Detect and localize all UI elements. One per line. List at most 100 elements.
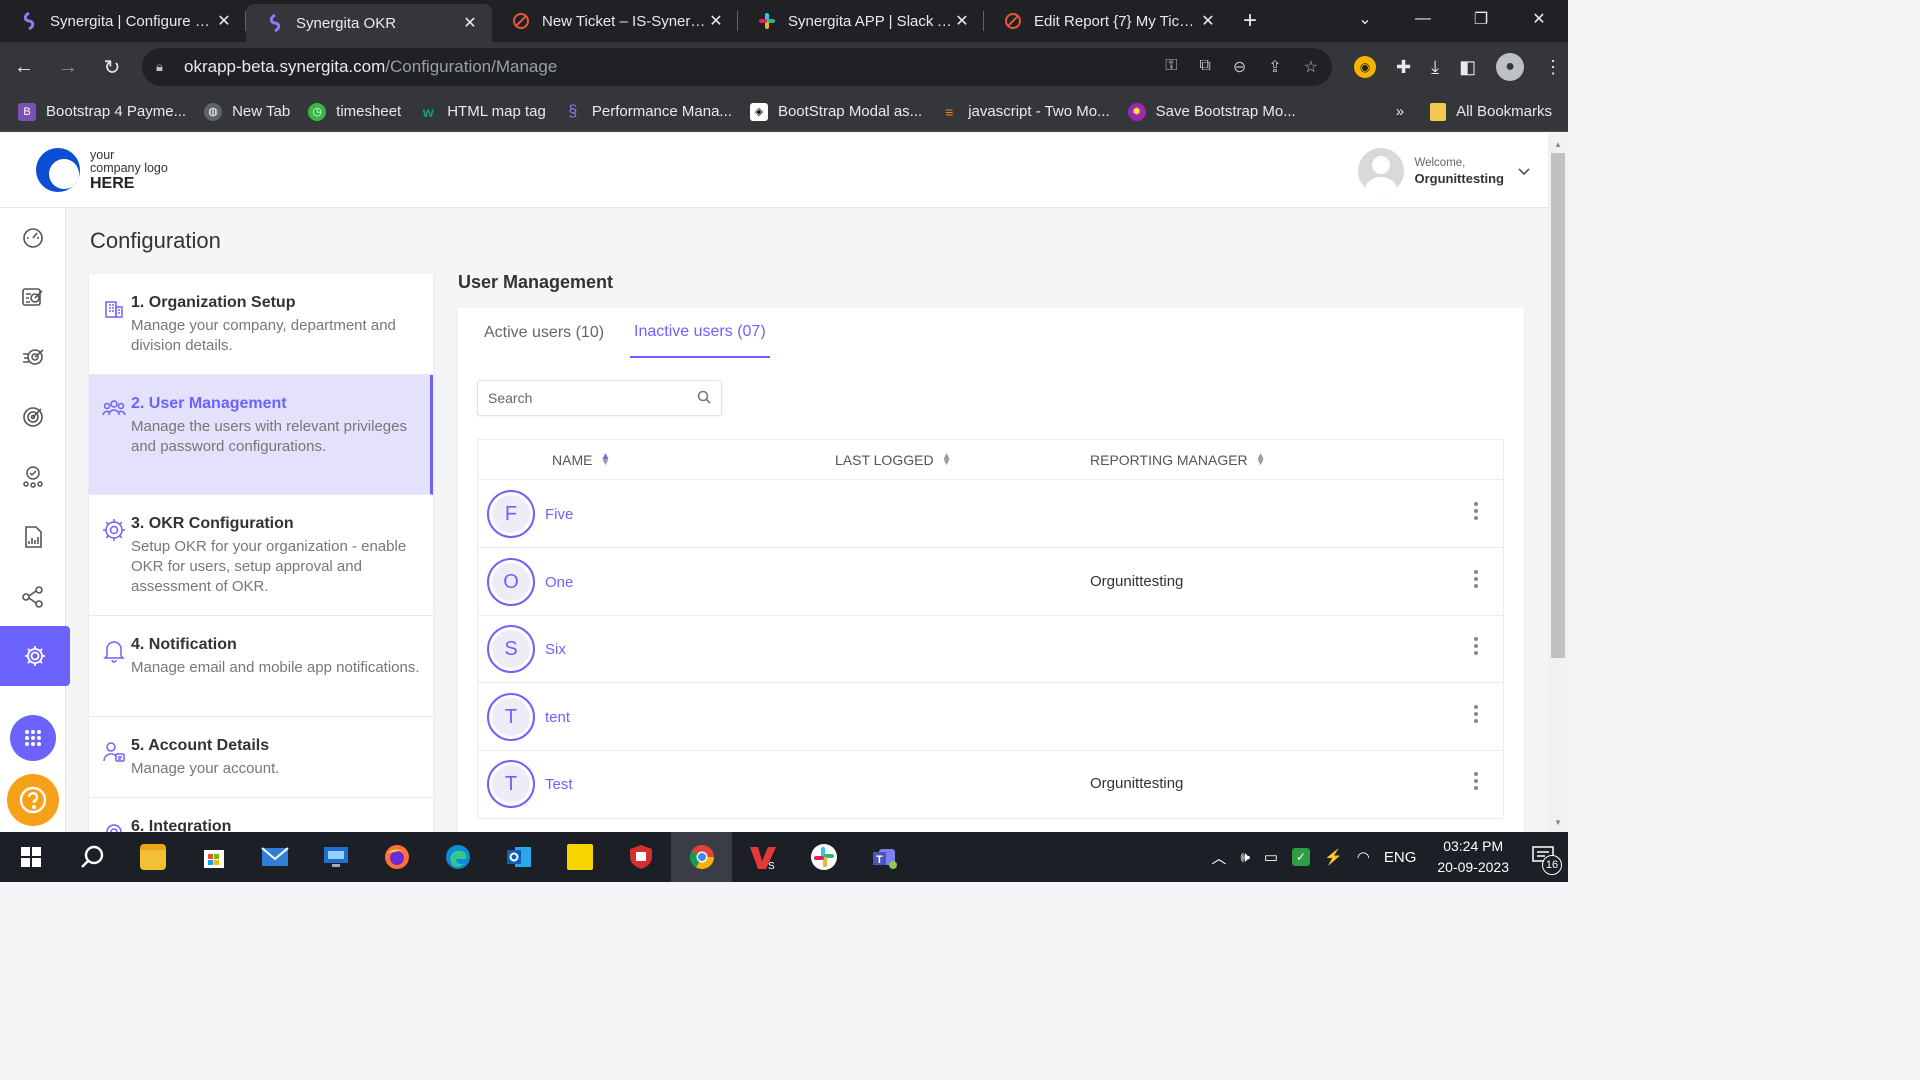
teams-icon[interactable]: T [854, 832, 915, 882]
volume-icon[interactable]: 🕪︎ [1240, 849, 1249, 866]
microsoft-store-icon[interactable] [183, 832, 244, 882]
firefox-icon[interactable] [366, 832, 427, 882]
dashboard-icon[interactable] [0, 212, 66, 262]
user-menu[interactable]: Welcome, Orgunittesting [1358, 148, 1530, 194]
bookmark-item[interactable]: § Performance Mana... [564, 103, 732, 121]
tab-inactive-users[interactable]: Inactive users (07) [630, 308, 770, 358]
target-icon[interactable] [0, 392, 66, 442]
bookmark-item[interactable]: ✹ Save Bootstrap Mo... [1127, 102, 1296, 121]
search-icon[interactable] [697, 390, 711, 407]
column-header-reporting-manager[interactable]: REPORTING MANAGER ▲ ▼ [1090, 452, 1266, 469]
bookmarks-overflow-icon[interactable]: » [1396, 103, 1404, 120]
tab-active-users[interactable]: Active users (10) [480, 308, 608, 358]
search-input[interactable]: Search [477, 380, 722, 416]
browser-tab[interactable]: Edit Report {7} My Tickets ✕ [984, 0, 1230, 42]
new-tab-button[interactable]: + [1230, 0, 1270, 42]
close-window-icon[interactable]: ✕ [1510, 0, 1568, 38]
reload-icon[interactable]: ↻ [92, 47, 132, 87]
bookmark-item[interactable]: ◍ New Tab [204, 102, 290, 121]
apps-grid-icon[interactable] [10, 715, 56, 761]
table-row[interactable]: S Six [478, 615, 1503, 683]
extension-badge-icon[interactable]: ◉ [1354, 56, 1376, 78]
table-row[interactable]: T Test Orgunittesting [478, 750, 1503, 818]
minimize-icon[interactable]: — [1394, 0, 1452, 38]
close-tab-icon[interactable]: ✕ [952, 11, 972, 31]
config-item-okr-configuration[interactable]: 3. OKR Configuration Setup OKR for your … [89, 495, 433, 616]
open-external-icon[interactable]: ⧉ [1199, 57, 1210, 77]
user-name-link[interactable]: Six [545, 641, 566, 658]
more-options-icon[interactable] [1471, 772, 1481, 790]
close-tab-icon[interactable]: ✕ [706, 11, 726, 31]
settings-gear-icon[interactable] [0, 626, 70, 686]
bookmark-item[interactable]: ◈ BootStrap Modal as... [749, 102, 922, 121]
table-row[interactable]: O One Orgunittesting [478, 548, 1503, 616]
notifications-icon[interactable]: 16 [1532, 845, 1562, 875]
windows-start-icon[interactable] [0, 832, 61, 882]
profile-icon[interactable]: ● [1496, 53, 1525, 81]
menu-icon[interactable]: ⋮ [1544, 57, 1562, 78]
user-name-link[interactable]: tent [545, 709, 570, 726]
browser-tab[interactable]: Synergita APP | Slack App ✕ [738, 0, 984, 42]
scroll-up-icon[interactable]: ▲ [1548, 137, 1568, 151]
config-item-organization-setup[interactable]: 1. Organization Setup Manage your compan… [89, 274, 433, 375]
more-options-icon[interactable] [1471, 570, 1481, 588]
outlook-icon[interactable] [488, 832, 549, 882]
vs-app-icon[interactable]: S [732, 832, 793, 882]
back-icon[interactable]: ← [4, 47, 44, 87]
wifi-icon[interactable]: ◠ [1357, 848, 1370, 866]
table-row[interactable]: T tent [478, 683, 1503, 751]
close-tab-icon[interactable]: ✕ [1198, 11, 1218, 31]
table-row[interactable]: F Five [478, 480, 1503, 548]
mail-icon[interactable] [244, 832, 305, 882]
user-name-link[interactable]: Test [545, 776, 573, 793]
award-team-icon[interactable] [0, 452, 66, 502]
slack-icon[interactable] [793, 832, 854, 882]
scroll-down-icon[interactable]: ▼ [1548, 815, 1568, 829]
close-tab-icon[interactable]: ✕ [214, 11, 234, 31]
more-options-icon[interactable] [1471, 637, 1481, 655]
user-name-link[interactable]: One [545, 574, 573, 591]
config-item-user-management[interactable]: 2. User Management Manage the users with… [89, 375, 433, 495]
security-shield-icon[interactable] [610, 832, 671, 882]
bookmark-item[interactable]: w HTML map tag [419, 103, 546, 121]
sort-icon[interactable]: ▲ ▼ [1256, 452, 1266, 468]
browser-tab-active[interactable]: Synergita OKR ✕ [246, 4, 492, 42]
objectives-icon[interactable] [0, 272, 66, 322]
more-options-icon[interactable] [1471, 502, 1481, 520]
bookmark-item[interactable]: ≡ javascript - Two Mo... [940, 103, 1110, 121]
forward-icon[interactable]: → [48, 47, 88, 87]
bookmark-item[interactable]: ◷ timesheet [308, 102, 401, 121]
chevron-up-icon[interactable]: ︿ [1211, 847, 1226, 868]
language-indicator[interactable]: ENG [1384, 849, 1417, 866]
remote-desktop-icon[interactable] [305, 832, 366, 882]
download-icon[interactable]: ⤓ [1431, 57, 1439, 78]
sort-icon[interactable]: ▲ ▼ [600, 452, 610, 468]
browser-tab[interactable]: Synergita | Configure OKR ✕ [0, 0, 246, 42]
company-logo[interactable]: your company logo HERE [36, 148, 168, 192]
column-header-name[interactable]: NAME ▲ ▼ [552, 452, 610, 469]
edge-icon[interactable] [427, 832, 488, 882]
bookmark-star-icon[interactable]: ☆ [1304, 57, 1318, 77]
close-tab-icon[interactable]: ✕ [460, 13, 480, 33]
scrollbar-thumb[interactable] [1551, 153, 1565, 658]
help-icon[interactable] [7, 774, 59, 826]
side-panel-icon[interactable]: ◧ [1459, 57, 1476, 78]
chrome-icon[interactable] [671, 832, 732, 882]
browser-tab[interactable]: New Ticket – IS-Synergita ✕ [492, 0, 738, 42]
column-header-last-logged[interactable]: LAST LOGGED ▲ ▼ [835, 452, 952, 469]
reports-icon[interactable] [0, 512, 66, 562]
zoom-icon[interactable]: ⊖ [1233, 57, 1246, 77]
all-bookmarks[interactable]: All Bookmarks [1430, 102, 1552, 121]
sticky-notes-icon[interactable] [549, 832, 610, 882]
share-icon[interactable]: ⇪ [1268, 57, 1281, 77]
more-options-icon[interactable] [1471, 705, 1481, 723]
config-item-integration[interactable]: 6. Integration [89, 798, 433, 832]
alignment-icon[interactable] [0, 572, 66, 622]
extensions-icon[interactable]: ✚ [1396, 57, 1411, 78]
restore-icon[interactable]: ❐ [1452, 0, 1510, 38]
config-item-notification[interactable]: 4. Notification Manage email and mobile … [89, 616, 433, 717]
sort-icon[interactable]: ▲ ▼ [942, 452, 952, 468]
check-ins-icon[interactable] [0, 332, 66, 382]
file-explorer-icon[interactable] [122, 832, 183, 882]
user-name-link[interactable]: Five [545, 506, 573, 523]
